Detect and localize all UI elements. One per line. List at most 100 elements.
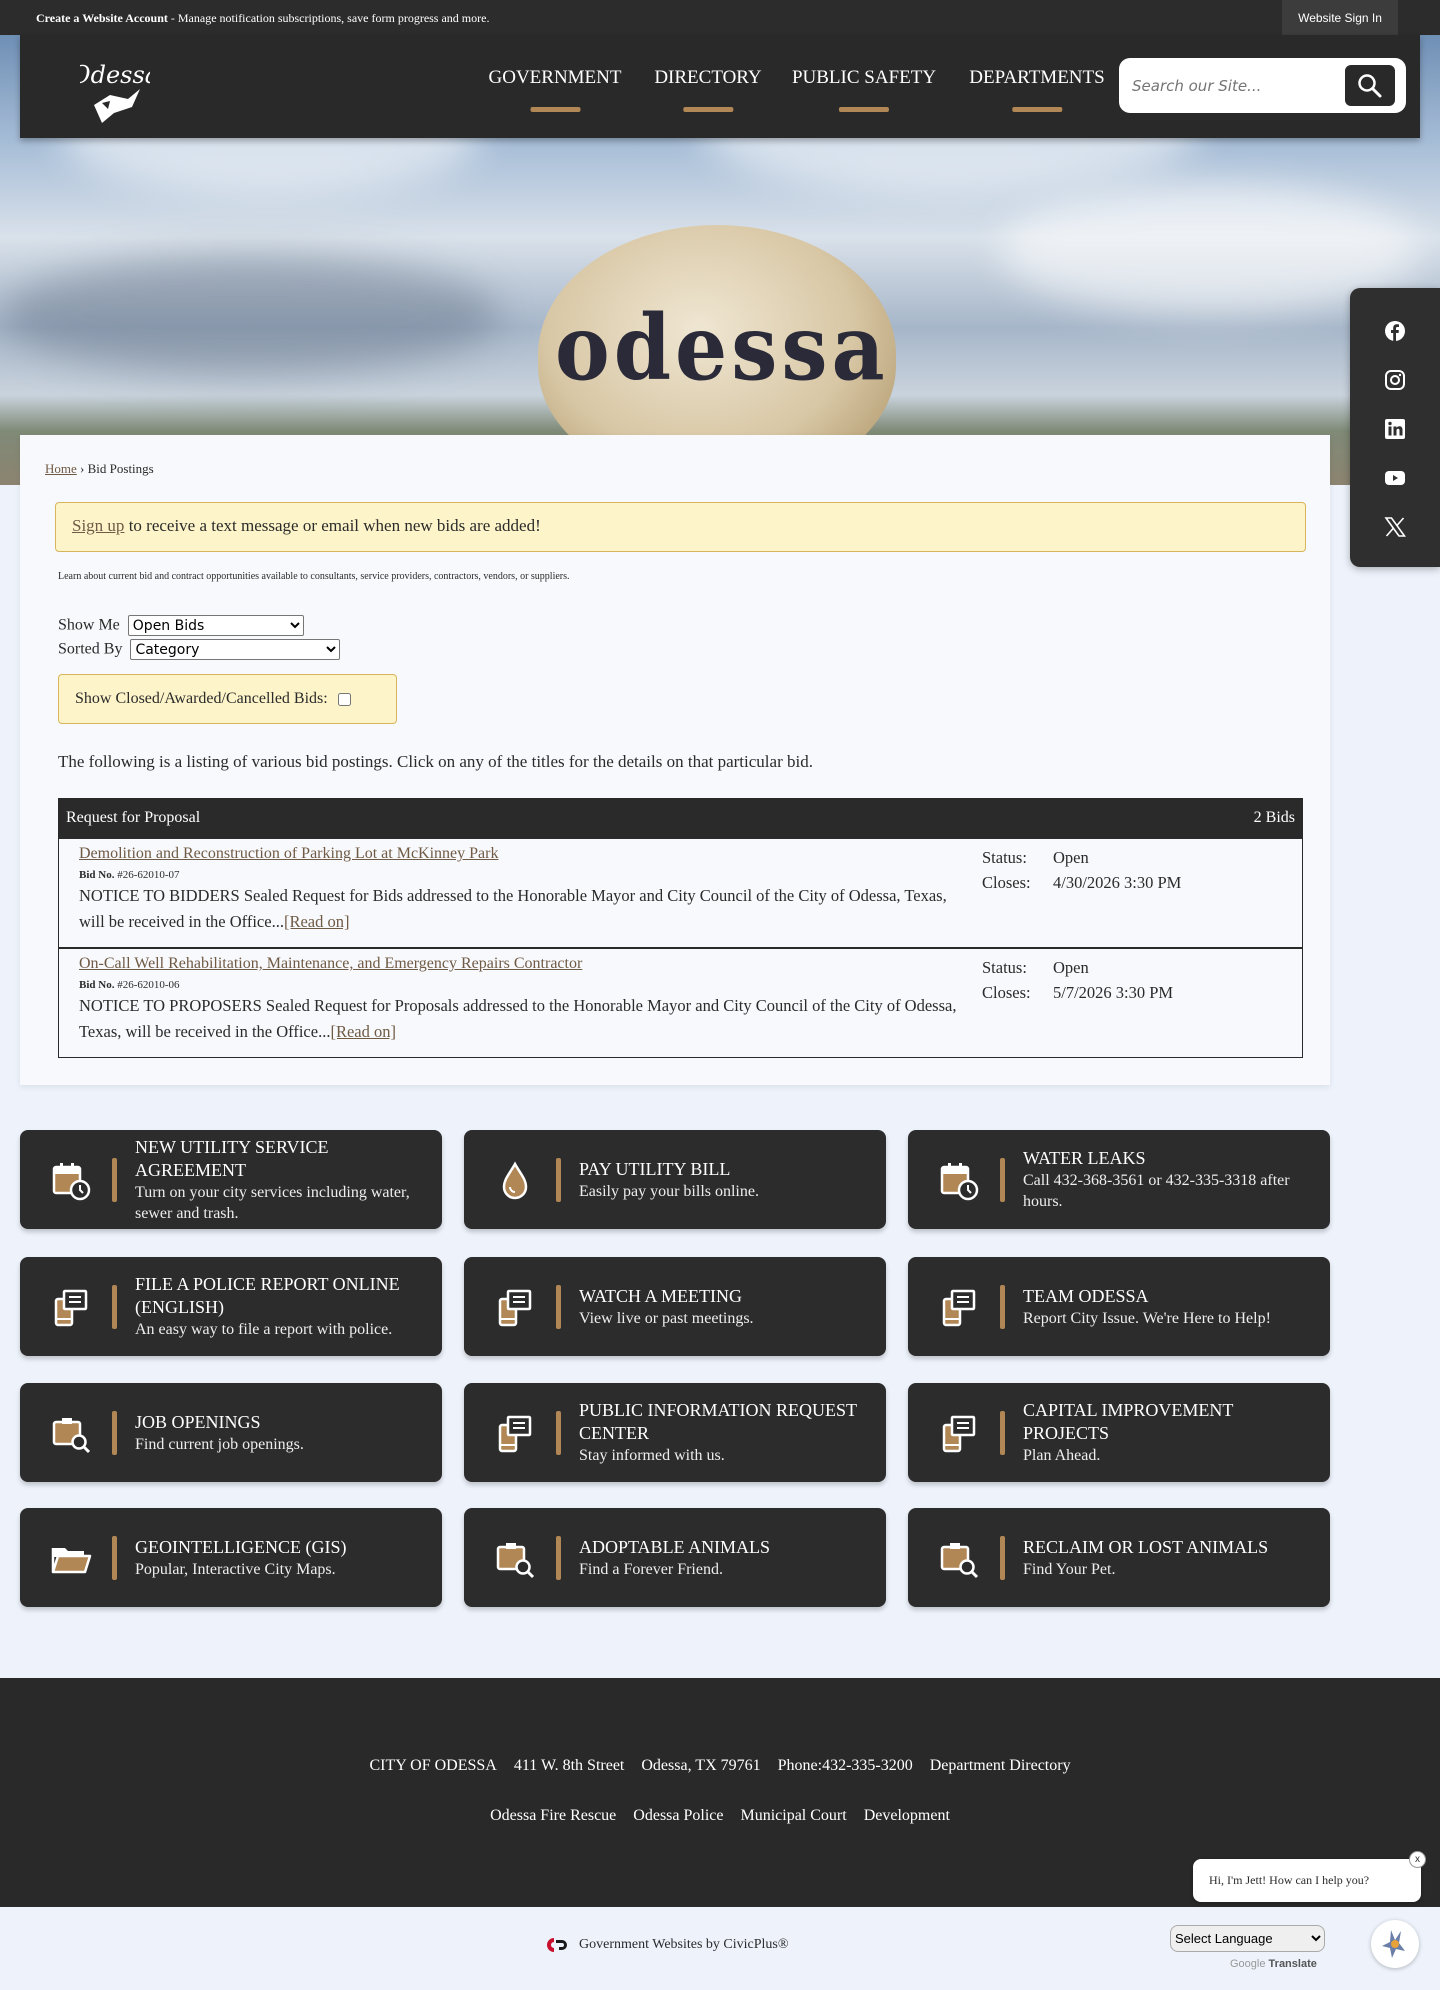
nav-directory[interactable]: DIRECTORY	[654, 67, 762, 112]
show-closed-checkbox[interactable]	[337, 692, 351, 706]
read-on-link[interactable]: [Read on]	[284, 912, 350, 931]
tile-description: Stay informed with us.	[579, 1447, 725, 1464]
search-input[interactable]	[1132, 71, 1332, 101]
document-phone-icon	[50, 1287, 92, 1329]
select-language-dropdown[interactable]: Select Language	[1170, 1925, 1325, 1952]
show-closed-bids-box: Show Closed/Awarded/Cancelled Bids:	[58, 674, 397, 724]
civicplus-logo-icon	[547, 1938, 567, 1952]
read-on-link[interactable]: [Read on]	[330, 1022, 396, 1041]
footer-link-municipal-court[interactable]: Municipal Court	[740, 1807, 846, 1825]
facebook-icon[interactable]	[1383, 319, 1407, 343]
tile-description: Plan Ahead.	[1023, 1447, 1101, 1464]
nav-government[interactable]: GOVERNMENT	[489, 67, 622, 112]
bid-status: Open	[1053, 958, 1089, 977]
bid-meta: Status: Open Closes: 5/7/2026 3:30 PM	[982, 958, 1174, 1002]
water-drop-icon	[494, 1160, 536, 1202]
sorted-by-select[interactable]: Category	[130, 639, 341, 660]
tile-description: Popular, Interactive City Maps.	[135, 1560, 336, 1578]
site-search	[1122, 61, 1403, 110]
show-me-label: Show Me	[58, 616, 120, 634]
quick-link-tile[interactable]: WATER LEAKS Call 432-368-3561 or 432-335-…	[908, 1130, 1330, 1229]
tile-description: Call 432-368-3561 or 432-335-3318 after …	[1023, 1172, 1290, 1210]
category-name: Request for Proposal	[66, 809, 201, 826]
bid-title-link[interactable]: On-Call Well Rehabilitation, Maintenance…	[79, 955, 582, 972]
show-me-select[interactable]: Open Bids	[127, 615, 304, 636]
chat-bubble[interactable]: Hi, I'm Jett! How can I help you?	[1193, 1859, 1421, 1902]
tile-title: FILE A POLICE REPORT ONLINE (ENGLISH)	[135, 1274, 400, 1317]
footer-link-police[interactable]: Odessa Police	[633, 1807, 723, 1825]
civicplus-link[interactable]: Government Websites by CivicPlus®	[545, 1937, 789, 1953]
footer-department-directory-link[interactable]: Department Directory	[930, 1757, 1071, 1775]
tile-description: Easily pay your bills online.	[579, 1182, 759, 1200]
bid-title-link[interactable]: Demolition and Reconstruction of Parking…	[79, 845, 498, 862]
site-header: Odessa GOVERNMENT DIRECTORY PUBLIC SAFET…	[20, 35, 1420, 138]
footer-phone[interactable]: Phone:432-335-3200	[778, 1757, 913, 1775]
sign-up-link[interactable]: Sign up	[72, 516, 124, 535]
instagram-icon[interactable]	[1383, 368, 1407, 392]
quick-link-tile[interactable]: ADOPTABLE ANIMALS Find a Forever Friend.	[464, 1508, 886, 1607]
quick-link-tile[interactable]: JOB OPENINGS Find current job openings.	[20, 1383, 442, 1482]
tile-title: CAPITAL IMPROVEMENT PROJECTS	[1023, 1400, 1234, 1443]
tile-accent-bar	[112, 1285, 117, 1329]
quick-link-tile[interactable]: FILE A POLICE REPORT ONLINE (ENGLISH) An …	[20, 1257, 442, 1356]
tile-accent-bar	[556, 1411, 561, 1455]
folder-open-icon	[50, 1538, 92, 1580]
tile-description: Find current job openings.	[135, 1435, 304, 1453]
search-icon	[1358, 73, 1382, 97]
bottom-bar: Government Websites by CivicPlus® Select…	[0, 1907, 1440, 1990]
breadcrumb: Home › Bid Postings	[45, 461, 154, 477]
tile-accent-bar	[1000, 1411, 1005, 1455]
x-twitter-icon[interactable]	[1383, 515, 1407, 539]
show-closed-label: Show Closed/Awarded/Cancelled Bids:	[75, 690, 328, 707]
create-account-link[interactable]: Create a Website Account - Manage notifi…	[36, 11, 489, 26]
footer-link-fire-rescue[interactable]: Odessa Fire Rescue	[490, 1807, 616, 1825]
listing-intro: The following is a listing of various bi…	[58, 752, 813, 771]
tile-description: Report City Issue. We're Here to Help!	[1023, 1309, 1271, 1327]
quick-link-tile[interactable]: RECLAIM OR LOST ANIMALS Find Your Pet.	[908, 1508, 1330, 1607]
bid-count: 2 Bids	[1253, 809, 1295, 826]
quick-link-tile[interactable]: GEOINTELLIGENCE (GIS) Popular, Interactiv…	[20, 1508, 442, 1607]
jett-mascot-icon	[1382, 1930, 1405, 1958]
document-phone-icon	[494, 1287, 536, 1329]
footer-contact-row: CITY OF ODESSA 411 W. 8th Street Odessa,…	[0, 1757, 1440, 1775]
footer-link-development[interactable]: Development	[864, 1807, 950, 1825]
tile-accent-bar	[556, 1158, 561, 1202]
quick-link-tile[interactable]: WATCH A MEETING View live or past meeting…	[464, 1257, 886, 1356]
linkedin-icon[interactable]	[1383, 417, 1407, 441]
breadcrumb-separator: ›	[76, 461, 88, 476]
svg-text:Odessa: Odessa	[80, 61, 150, 89]
search-button[interactable]	[1345, 65, 1395, 106]
top-account-bar: Create a Website Account - Manage notifi…	[0, 0, 1440, 35]
nav-departments[interactable]: DEPARTMENTS	[969, 67, 1105, 112]
quick-link-tile[interactable]: TEAM ODESSA Report City Issue. We're Here…	[908, 1257, 1330, 1356]
tile-title: RECLAIM OR LOST ANIMALS	[1023, 1536, 1269, 1557]
quick-link-tile[interactable]: NEW UTILITY SERVICE AGREEMENT Turn on you…	[20, 1130, 442, 1229]
odessa-logo[interactable]: Odessa	[71, 53, 159, 127]
tile-description: Find Your Pet.	[1023, 1560, 1116, 1578]
nav-public-safety[interactable]: PUBLIC SAFETY	[792, 67, 936, 112]
sorted-by-label: Sorted By	[58, 640, 123, 658]
clipboard-search-icon	[50, 1413, 92, 1455]
quick-link-tile[interactable]: PUBLIC INFORMATION REQUEST CENTER Stay in…	[464, 1383, 886, 1482]
footer-city-state: Odessa, TX 79761	[641, 1757, 761, 1774]
bid-row: Demolition and Reconstruction of Parking…	[59, 837, 1302, 947]
bid-summary: NOTICE TO PROPOSERS Sealed Request for P…	[79, 996, 957, 1041]
tile-description: Find a Forever Friend.	[579, 1560, 723, 1578]
youtube-icon[interactable]	[1383, 466, 1407, 490]
quick-link-tile[interactable]: CAPITAL IMPROVEMENT PROJECTS Plan Ahead.	[908, 1383, 1330, 1482]
quick-link-tile[interactable]: PAY UTILITY BILL Easily pay your bills on…	[464, 1130, 886, 1229]
chat-close-button[interactable]: x	[1409, 1851, 1426, 1868]
tile-description: Turn on your city services including wat…	[135, 1183, 410, 1222]
website-sign-in-button[interactable]: Website Sign In	[1282, 0, 1398, 35]
chatbot-avatar[interactable]	[1371, 1920, 1419, 1968]
clipboard-search-icon	[938, 1538, 980, 1580]
breadcrumb-current: Bid Postings	[87, 461, 154, 476]
tile-accent-bar	[556, 1285, 561, 1329]
bid-close-date: 4/30/2026 3:30 PM	[1053, 873, 1182, 892]
social-media-bar	[1350, 288, 1440, 567]
tile-title: GEOINTELLIGENCE (GIS)	[135, 1536, 347, 1557]
tile-title: WATER LEAKS	[1023, 1148, 1146, 1168]
show-me-filter: Show Me Open Bids	[58, 615, 304, 636]
breadcrumb-home-link[interactable]: Home	[45, 461, 77, 476]
bid-status: Open	[1053, 848, 1089, 867]
